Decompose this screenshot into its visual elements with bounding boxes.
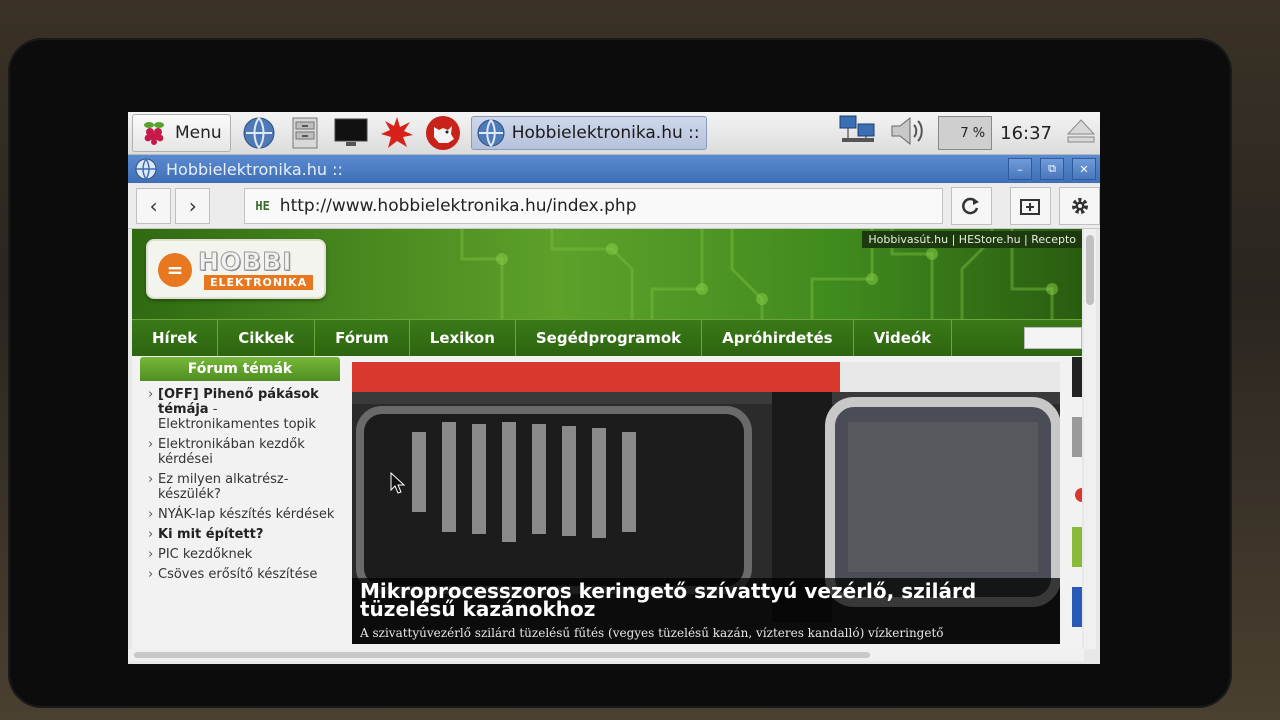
main-nav: Hírek Cikkek Fórum Lexikon Segédprogramo… [132, 319, 1082, 356]
nav-hirek[interactable]: Hírek [132, 320, 219, 356]
url-text: http://www.hobbielektronika.hu/index.php [279, 196, 637, 216]
raspberry-pi-icon [144, 122, 164, 145]
topic-title: Ki mit épített? [158, 527, 264, 542]
address-bar[interactable]: HE http://www.hobbielektronika.hu/index.… [244, 188, 943, 224]
globe-icon[interactable] [241, 115, 277, 151]
reload-button[interactable] [950, 187, 992, 225]
nav-videok[interactable]: Videók [854, 320, 953, 356]
back-button[interactable]: ‹ [136, 188, 172, 224]
window-titlebar[interactable]: Hobbielektronika.hu :: – ⧉ ✕ [128, 155, 1100, 183]
forum-sidebar: Fórum témák [OFF] Pihenő pákások témája … [140, 357, 340, 647]
burst-icon[interactable] [379, 115, 415, 151]
sidebar-thumbnails [1072, 357, 1082, 627]
horizontal-scroll-thumb[interactable] [134, 652, 870, 658]
logo-mark: = [158, 253, 192, 287]
forum-topic-list: [OFF] Pihenő pákások témája - Elektronik… [140, 381, 340, 582]
topic-title: [OFF] Pihenő pákások témája [158, 387, 319, 417]
clock[interactable]: 16:37 [1000, 123, 1052, 144]
cpu-usage-value: 7 % [960, 125, 986, 141]
window-controls: – ⧉ ✕ [1000, 158, 1096, 180]
new-tab-icon [1020, 199, 1041, 215]
volume-icon[interactable] [888, 114, 928, 152]
taskbar: Menu Hobbielektronika.hu :: 7 % 16:37 [128, 112, 1100, 155]
forum-topic[interactable]: Elektronikában kezdők kérdései [148, 437, 340, 467]
topic-title: PIC kezdőknek [158, 547, 253, 562]
system-tray: 7 % 16:37 [832, 112, 1100, 154]
cpu-usage-monitor[interactable]: 7 % [938, 116, 993, 150]
forum-topic[interactable]: Ez milyen alkatrész-készülék? [148, 472, 340, 502]
web-page: = HOBBI ELEKTRONIKA Hobbivasút.hu | HESt… [132, 229, 1082, 649]
site-search-input[interactable] [1024, 327, 1082, 349]
vertical-scroll-thumb[interactable] [1086, 235, 1094, 305]
site-banner: = HOBBI ELEKTRONIKA Hobbivasút.hu | HESt… [132, 229, 1082, 319]
mouse-cursor-icon [390, 472, 406, 494]
site-favicon: HE [255, 199, 270, 213]
menu-button[interactable]: Menu [132, 114, 231, 152]
settings-button[interactable] [1058, 187, 1100, 225]
featured-caption: Mikroprocesszoros keringető szívattyú ve… [352, 578, 1060, 644]
file-manager-icon[interactable] [287, 115, 323, 151]
partner-links[interactable]: Hobbivasút.hu | HEStore.hu | Recepto [862, 231, 1082, 248]
gear-icon [1071, 198, 1088, 214]
window-globe-icon [135, 158, 157, 180]
logo-text-bottom: ELEKTRONIKA [204, 275, 314, 290]
eject-icon[interactable] [1066, 118, 1096, 148]
reload-icon [962, 197, 980, 215]
topic-title: NYÁK-lap készítés kérdések [158, 507, 335, 522]
browser-globe-icon [477, 119, 505, 147]
taskbar-window-label: Hobbielektronika.hu :: [511, 123, 700, 143]
horizontal-scrollbar[interactable] [128, 649, 1084, 661]
terminal-icon[interactable] [333, 115, 369, 151]
nav-cikkek[interactable]: Cikkek [218, 320, 316, 356]
window-title: Hobbielektronika.hu :: [166, 159, 343, 179]
vertical-scrollbar[interactable] [1084, 229, 1096, 649]
sidebar-heading: Fórum témák [140, 357, 340, 381]
forum-topic[interactable]: Ki mit épített? [148, 527, 340, 542]
nav-aprohirdetes[interactable]: Apróhirdetés [702, 320, 854, 356]
topic-title: Csöves erősítő készítése [158, 567, 318, 582]
logo-text-top: HOBBI [198, 247, 293, 277]
nav-lexikon[interactable]: Lexikon [410, 320, 516, 356]
taskbar-window-button[interactable]: Hobbielektronika.hu :: [470, 116, 707, 150]
featured-title[interactable]: Mikroprocesszoros keringető szívattyú ve… [360, 581, 1050, 619]
forum-topic[interactable]: [OFF] Pihenő pákások témája - Elektronik… [148, 387, 340, 432]
topic-title: Ez milyen alkatrész-készülék? [158, 472, 289, 502]
screen: Menu Hobbielektronika.hu :: 7 % 16:37 Ho… [128, 112, 1100, 664]
close-button[interactable]: ✕ [1072, 158, 1096, 180]
new-tab-button[interactable] [1009, 187, 1051, 225]
forum-topic[interactable]: NYÁK-lap készítés kérdések [148, 507, 340, 522]
menu-label: Menu [175, 123, 222, 143]
forward-button[interactable]: › [175, 188, 211, 224]
network-icon[interactable] [838, 114, 878, 152]
browser-toolbar: ‹ › HE http://www.hobbielektronika.hu/in… [128, 184, 1100, 229]
minimize-button[interactable]: – [1008, 158, 1032, 180]
restore-button[interactable]: ⧉ [1040, 158, 1064, 180]
featured-article[interactable]: Mikroprocesszoros keringető szívattyú ve… [352, 362, 1060, 644]
forum-topic[interactable]: Csöves erősítő készítése [148, 567, 340, 582]
nav-segedprogramok[interactable]: Segédprogramok [516, 320, 703, 356]
forum-topic[interactable]: PIC kezdőknek [148, 547, 340, 562]
nav-forum[interactable]: Fórum [315, 320, 410, 356]
site-logo[interactable]: = HOBBI ELEKTRONIKA [146, 239, 326, 299]
featured-summary: A szivattyúvezérlő szilárd tüzelésű fűté… [360, 626, 944, 640]
wolf-icon[interactable] [425, 115, 461, 151]
topic-title: Elektronikában kezdők kérdései [158, 437, 305, 467]
